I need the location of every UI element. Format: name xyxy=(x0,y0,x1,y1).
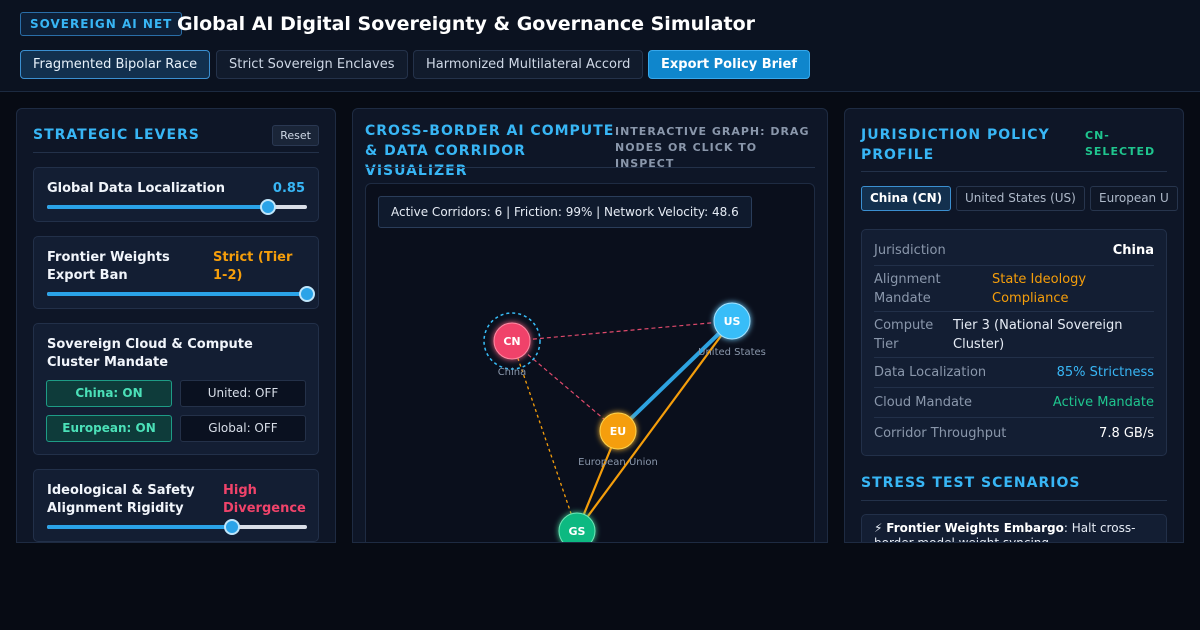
network-stats: Active Corridors: 6 | Friction: 99% | Ne… xyxy=(378,196,752,228)
profile-details: Jurisdiction China Alignment Mandate Sta… xyxy=(861,229,1167,456)
row-value: China xyxy=(1112,243,1154,258)
jurisdiction-profile-panel: JURISDICTION POLICY PROFILE CN-SELECTED … xyxy=(844,108,1184,543)
stress-scenario-weights-embargo[interactable]: ⚡ Frontier Weights Embargo: Halt cross-b… xyxy=(861,514,1167,542)
tab-european-union[interactable]: European U xyxy=(1090,186,1178,211)
node-cn-name: China xyxy=(498,367,527,378)
row-label: Alignment Mandate xyxy=(874,272,941,306)
reset-button[interactable]: Reset xyxy=(272,125,319,146)
selection-status: CN-SELECTED xyxy=(1085,129,1156,158)
row-cloud-mandate: Cloud Mandate Active Mandate xyxy=(874,388,1154,418)
data-localization-value: 0.85 xyxy=(272,181,305,196)
node-eu-name: European Union xyxy=(578,457,658,468)
stress-scenario-title: Frontier Weights Embargo xyxy=(886,521,1064,535)
node-us-label: US xyxy=(724,315,741,328)
row-label: Compute Tier xyxy=(874,318,934,352)
slider-thumb[interactable] xyxy=(260,199,276,215)
row-value: Tier 3 (National Sovereign Cluster) xyxy=(953,318,1123,352)
brand-badge: SOVEREIGN AI NET xyxy=(20,12,183,36)
row-compute-tier: Compute Tier Tier 3 (National Sovereign … xyxy=(874,312,1154,358)
corridor-visualizer-panel: CROSS-BORDER AI COMPUTE & DATA CORRIDOR … xyxy=(352,108,828,543)
row-data-localization: Data Localization 85% Strictness xyxy=(874,358,1154,388)
weights-ban-slider[interactable] xyxy=(47,286,315,302)
export-policy-brief-button[interactable]: Export Policy Brief xyxy=(648,50,810,79)
corridor-eu-us[interactable] xyxy=(616,319,734,433)
visualizer-title: CROSS-BORDER AI COMPUTE & DATA CORRIDOR … xyxy=(365,123,615,179)
row-label: Cloud Mandate xyxy=(874,395,973,410)
lightning-icon: ⚡ xyxy=(874,521,883,535)
divider xyxy=(365,167,815,168)
node-gs-label: GS xyxy=(569,525,586,538)
weights-ban-label: Frontier Weights Export Ban xyxy=(47,250,170,283)
row-label: Jurisdiction xyxy=(874,243,946,258)
app-title: Global AI Digital Sovereignty & Governan… xyxy=(177,13,755,35)
weights-ban-value: Strict (Tier 1-2) xyxy=(213,250,293,283)
row-corridor-throughput: Corridor Throughput 7.8 GB/s xyxy=(874,418,1154,454)
corridor-cn-eu[interactable] xyxy=(511,340,619,432)
profile-title: JURISDICTION POLICY PROFILE xyxy=(861,127,1050,163)
scenario-fragmented-bipolar-button[interactable]: Fragmented Bipolar Race xyxy=(20,50,211,79)
divider xyxy=(861,171,1167,172)
row-label: Corridor Throughput xyxy=(874,426,1007,441)
row-value: 7.8 GB/s xyxy=(1099,426,1154,441)
alignment-slider[interactable] xyxy=(47,519,307,535)
toggle-global[interactable]: Global: OFF xyxy=(180,415,306,442)
node-cn-label: CN xyxy=(503,335,520,348)
weights-ban-card: Frontier Weights Export Ban Strict (Tier… xyxy=(33,236,319,309)
alignment-value: High Divergence xyxy=(223,483,306,516)
data-localization-label: Global Data Localization xyxy=(47,181,225,196)
row-label: Data Localization xyxy=(874,365,987,380)
stress-test-title: STRESS TEST SCENARIOS xyxy=(861,475,1081,491)
levers-title: STRATEGIC LEVERS xyxy=(33,127,200,143)
divider xyxy=(861,500,1167,501)
alignment-label: Ideological & Safety Alignment Rigidity xyxy=(47,483,195,516)
data-localization-slider[interactable] xyxy=(47,199,307,215)
slider-fill xyxy=(47,205,268,209)
graph-canvas[interactable]: CN China US United States EU European Un… xyxy=(366,184,816,543)
cloud-mandate-label: Sovereign Cloud & Compute Cluster Mandat… xyxy=(47,337,253,370)
slider-thumb[interactable] xyxy=(299,286,315,302)
tab-china[interactable]: China (CN) xyxy=(861,186,952,211)
toggle-china[interactable]: China: ON xyxy=(46,380,172,407)
row-value: 85% Strictness xyxy=(1056,365,1154,380)
tab-united-states[interactable]: United States (US) xyxy=(956,186,1085,211)
strategic-levers-panel: STRATEGIC LEVERS Reset Global Data Local… xyxy=(16,108,336,543)
slider-fill xyxy=(47,292,307,296)
data-localization-card: Global Data Localization 0.85 xyxy=(33,167,319,222)
row-alignment-mandate: Alignment Mandate State Ideology Complia… xyxy=(874,266,1154,312)
row-value: Active Mandate xyxy=(1052,395,1154,410)
corridor-graph[interactable]: CN China US United States EU European Un… xyxy=(365,183,816,543)
app-header: SOVEREIGN AI NET Global AI Digital Sover… xyxy=(0,0,1200,92)
scenario-sovereign-enclaves-button[interactable]: Strict Sovereign Enclaves xyxy=(216,50,408,79)
toggle-united[interactable]: United: OFF xyxy=(180,380,306,407)
node-us-name: United States xyxy=(698,347,766,358)
alignment-card: Ideological & Safety Alignment Rigidity … xyxy=(33,469,319,542)
row-value: State Ideology Compliance xyxy=(992,272,1087,306)
row-jurisdiction: Jurisdiction China xyxy=(874,230,1154,266)
slider-thumb[interactable] xyxy=(223,519,240,535)
scenario-multilateral-accord-button[interactable]: Harmonized Multilateral Accord xyxy=(413,50,644,79)
graph-hint: INTERACTIVE GRAPH: DRAG NODES OR CLICK T… xyxy=(615,125,810,170)
toggle-european[interactable]: European: ON xyxy=(46,415,172,442)
slider-fill xyxy=(47,525,232,529)
corridor-cn-us[interactable] xyxy=(511,320,733,342)
levers-header: STRATEGIC LEVERS Reset xyxy=(33,125,319,153)
node-eu-label: EU xyxy=(610,425,626,438)
cloud-mandate-card: Sovereign Cloud & Compute Cluster Mandat… xyxy=(33,323,319,455)
